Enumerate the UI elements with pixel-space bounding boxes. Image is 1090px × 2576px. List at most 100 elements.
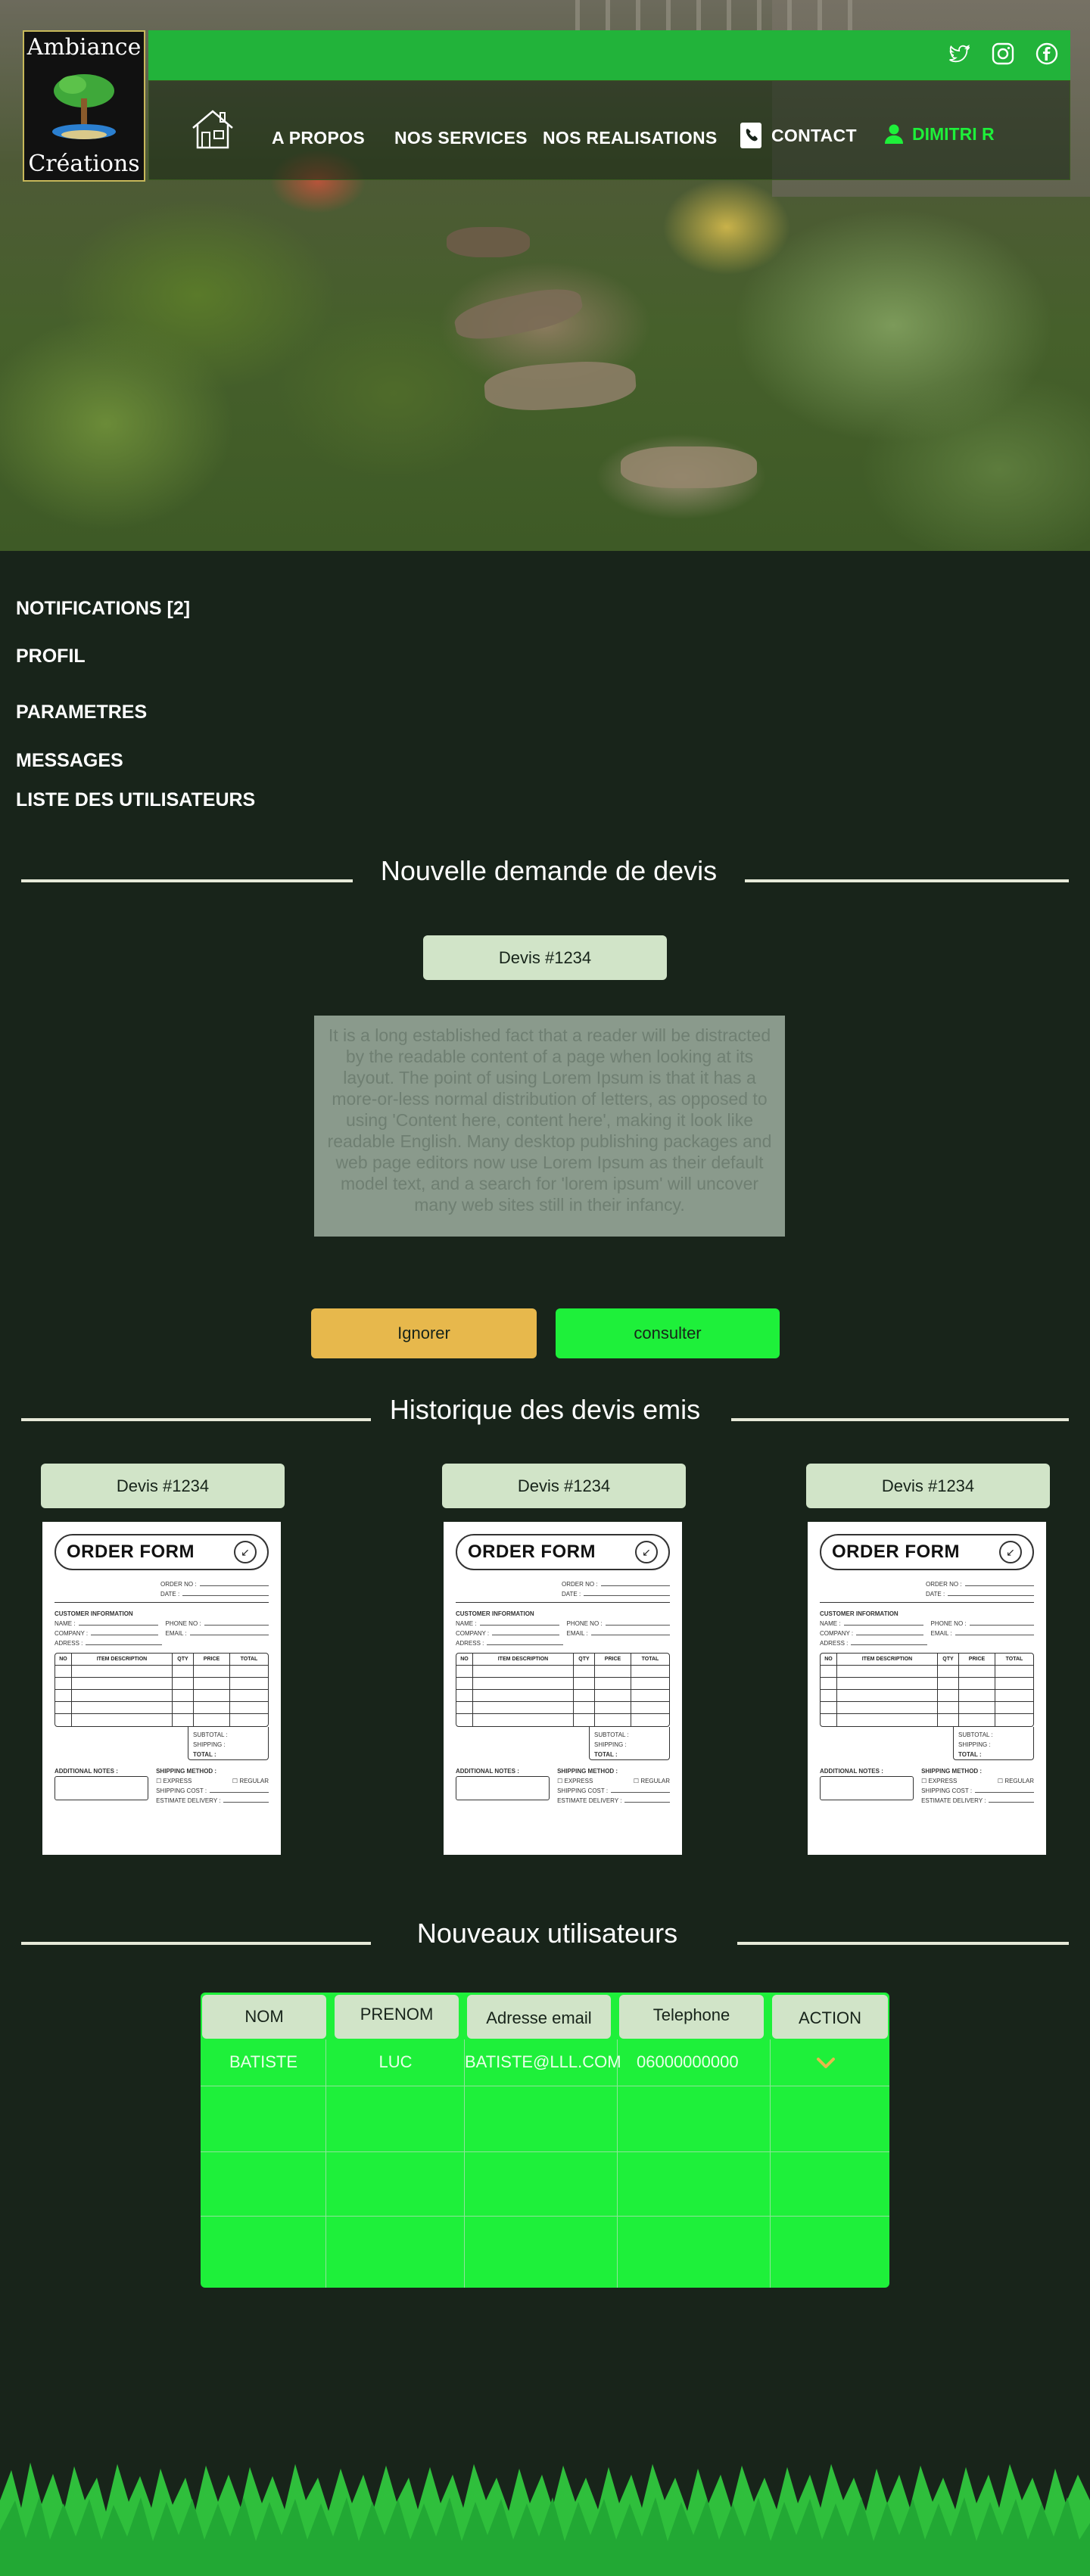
cell-nom: BATISTE <box>229 2052 298 2071</box>
method-label: SHIPPING METHOD : <box>921 1768 983 1775</box>
notes-heading: ADDITIONAL NOTES : <box>820 1765 914 1775</box>
house-icon[interactable] <box>188 105 237 151</box>
section-divider <box>745 879 1069 882</box>
method-heading: SHIPPING METHOD : <box>921 1765 1034 1775</box>
phone-line: PHONE NO : <box>567 1617 670 1627</box>
history-devis-label[interactable]: Devis #1234 <box>806 1464 1050 1508</box>
hero-stone <box>483 358 637 414</box>
adress-line: ADRESS : <box>820 1637 927 1647</box>
menu-parametres[interactable]: PARAMETRES <box>16 702 147 723</box>
arrow-down-left-icon: ↙ <box>999 1541 1022 1563</box>
method-heading: SHIPPING METHOD : <box>156 1765 269 1775</box>
customer-info-heading: CUSTOMER INFORMATION <box>456 1607 670 1617</box>
hero-railing <box>575 0 878 30</box>
nav-contact[interactable]: CONTACT <box>740 122 857 149</box>
col-header-action[interactable]: ACTION <box>772 1995 888 2039</box>
order-form-title: ORDER FORM <box>832 1542 960 1562</box>
subtotal-label: SUBTOTAL : <box>958 1731 993 1738</box>
menu-messages[interactable]: MESSAGES <box>16 750 123 772</box>
customer-info-label: CUSTOMER INFORMATION <box>54 1610 133 1617</box>
history-devis-label[interactable]: Devis #1234 <box>442 1464 686 1508</box>
section-divider <box>21 879 353 882</box>
ship-cost-line: SHIPPING COST : <box>921 1784 1034 1794</box>
col-header-email[interactable]: Adresse email <box>467 1995 611 2039</box>
nav-user[interactable]: DIMITRI R <box>883 123 995 145</box>
email-label: EMAIL : <box>165 1630 187 1637</box>
col-no: NO <box>456 1654 473 1665</box>
order-form-header: ORDER FORM ↙ <box>820 1534 1034 1570</box>
email-line: EMAIL : <box>566 1627 670 1637</box>
col-no: NO <box>55 1654 72 1665</box>
regular-label: REGULAR <box>239 1778 269 1784</box>
cell-telephone: 06000000000 <box>637 2052 739 2071</box>
email-line: EMAIL : <box>931 1627 1034 1637</box>
date-line: DATE : <box>926 1588 1034 1598</box>
order-form-title: ORDER FORM <box>67 1542 195 1562</box>
facebook-icon[interactable] <box>1034 41 1060 67</box>
shipping-label: SHIPPING : <box>594 1741 627 1748</box>
delivery-label: ESTIMATE DELIVERY : <box>921 1797 986 1804</box>
twitter-icon[interactable] <box>946 41 972 67</box>
instagram-icon[interactable] <box>990 41 1016 67</box>
consult-button[interactable]: consulter <box>556 1308 780 1358</box>
order-form-header: ORDER FORM ↙ <box>456 1534 670 1570</box>
adress-label: ADRESS : <box>54 1640 83 1647</box>
column-divider <box>770 2039 771 2288</box>
arrow-down-left-icon: ↙ <box>635 1541 658 1563</box>
menu-profil[interactable]: PROFIL <box>16 646 86 667</box>
notes-label: ADDITIONAL NOTES : <box>820 1768 883 1775</box>
subtotal-line: SUBTOTAL : <box>193 1728 263 1738</box>
devis-request-label[interactable]: Devis #1234 <box>423 935 667 980</box>
company-label: COMPANY : <box>820 1630 854 1637</box>
email-label: EMAIL : <box>566 1630 588 1637</box>
order-no-label: ORDER NO : <box>926 1581 962 1588</box>
shipping-line: SHIPPING : <box>958 1738 1029 1748</box>
menu-liste-utilisateurs[interactable]: LISTE DES UTILISATEURS <box>16 789 255 811</box>
notes-label: ADDITIONAL NOTES : <box>54 1768 118 1775</box>
method-options: ☐ EXPRESS ☐ REGULAR <box>557 1775 670 1784</box>
subtotal-line: SUBTOTAL : <box>594 1728 665 1738</box>
notes-heading: ADDITIONAL NOTES : <box>456 1765 550 1775</box>
adress-label: ADRESS : <box>456 1640 484 1647</box>
delivery-line: ESTIMATE DELIVERY : <box>557 1794 670 1804</box>
adress-line: ADRESS : <box>456 1637 563 1647</box>
name-label: NAME : <box>820 1620 841 1627</box>
cell-email: BATISTE@LLL.COM <box>465 2052 621 2071</box>
order-form-preview[interactable]: ORDER FORM ↙ ORDER NO : DATE : CUSTOMER … <box>444 1522 682 1855</box>
shipping-line: SHIPPING : <box>193 1738 263 1748</box>
col-price: PRICE <box>959 1654 995 1665</box>
express-label: EXPRESS <box>564 1778 593 1784</box>
notes-heading: ADDITIONAL NOTES : <box>54 1765 148 1775</box>
order-form-preview[interactable]: ORDER FORM ↙ ORDER NO : DATE : CUSTOMER … <box>808 1522 1046 1855</box>
total-label: TOTAL : <box>193 1751 216 1758</box>
chevron-down-icon[interactable] <box>814 2055 838 2072</box>
nav-a-propos[interactable]: A PROPOS <box>272 128 365 148</box>
col-header-prenom[interactable]: PRENOM <box>335 1995 459 2039</box>
nav-nos-realisations[interactable]: NOS REALISATIONS <box>543 128 718 148</box>
company-line: COMPANY : <box>456 1627 559 1637</box>
row-divider <box>201 2216 889 2217</box>
company-label: COMPANY : <box>456 1630 490 1637</box>
nav-nos-services[interactable]: NOS SERVICES <box>394 128 528 148</box>
history-devis-label[interactable]: Devis #1234 <box>41 1464 285 1508</box>
cell-prenom: LUC <box>378 2052 413 2071</box>
tree-icon <box>52 74 116 139</box>
col-header-telephone[interactable]: Telephone <box>619 1995 764 2039</box>
regular-label: REGULAR <box>1004 1778 1034 1784</box>
date-label: DATE : <box>926 1591 945 1598</box>
brand-logo[interactable]: Ambiance Créations <box>23 30 145 182</box>
email-line: EMAIL : <box>166 1627 269 1637</box>
hero-stone <box>451 282 586 347</box>
phone-line: PHONE NO : <box>931 1617 1034 1627</box>
menu-notifications[interactable]: NOTIFICATIONS [2] <box>16 598 190 620</box>
company-line: COMPANY : <box>820 1627 923 1637</box>
main-nav: A PROPOS NOS SERVICES NOS REALISATIONS C… <box>148 80 1070 180</box>
name-label: NAME : <box>456 1620 477 1627</box>
shipping-label: SHIPPING : <box>958 1741 991 1748</box>
ignore-button[interactable]: Ignorer <box>311 1308 537 1358</box>
order-form-preview[interactable]: ORDER FORM ↙ ORDER NO : DATE : CUSTOMER … <box>42 1522 281 1855</box>
col-no: NO <box>821 1654 837 1665</box>
section-divider <box>21 1418 371 1421</box>
col-header-nom[interactable]: NOM <box>202 1995 326 2039</box>
total-line: TOTAL : <box>958 1748 1029 1758</box>
